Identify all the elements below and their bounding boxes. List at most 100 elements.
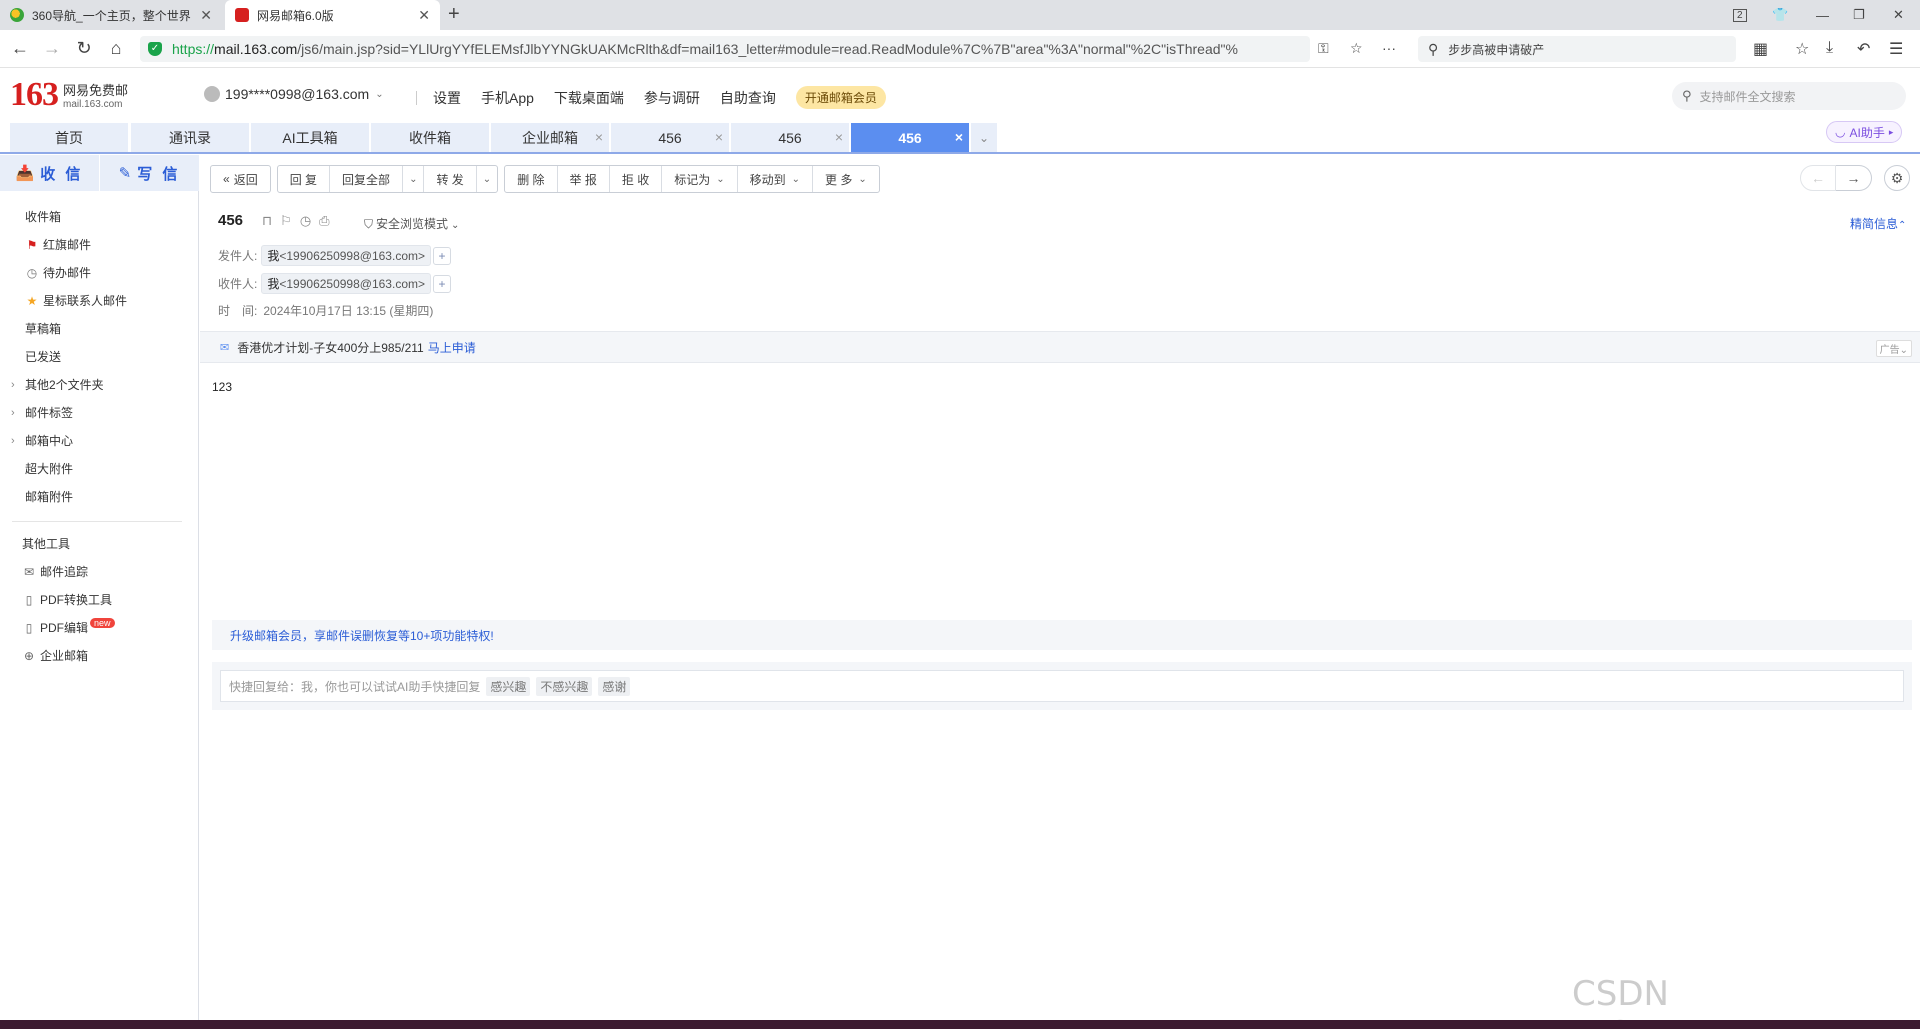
download-desktop-link[interactable]: 下载桌面端 — [554, 88, 624, 108]
tool-pdf-convert[interactable]: ▯ PDF转换工具 — [22, 591, 112, 608]
reply-button[interactable]: 回 复 — [278, 166, 331, 192]
tab-inbox[interactable]: 收件箱 — [371, 123, 489, 152]
receive-button[interactable]: 📥 收 信 — [0, 155, 99, 191]
forward-button[interactable]: 转 发 — [424, 166, 477, 192]
add-contact-icon[interactable]: + — [433, 274, 451, 293]
gear-icon[interactable]: ⚙ — [1884, 165, 1910, 191]
close-icon[interactable]: × — [715, 129, 723, 145]
ad-tag[interactable]: 广告⌄ — [1875, 340, 1912, 357]
download-icon[interactable]: ⤓ — [1826, 39, 1833, 57]
ai-assistant-button[interactable]: ◡ AI助手 ▸ — [1826, 121, 1903, 143]
reply-all-button[interactable]: 回复全部 — [330, 166, 404, 192]
shirt-skin-icon[interactable]: 👕 — [1772, 0, 1788, 30]
vip-button[interactable]: 开通邮箱会员 — [795, 86, 886, 109]
close-icon[interactable]: × — [595, 129, 603, 145]
sidebar-item-flagged[interactable]: ⚑ 红旗邮件 — [25, 236, 91, 253]
account-menu[interactable]: 199****0998@163.com ⌄ — [204, 86, 384, 102]
tool-mail-tracking[interactable]: ✉ 邮件追踪 — [22, 563, 88, 580]
compose-bar: 📥 收 信 ✎ 写 信 — [0, 155, 199, 191]
sidebar-item-inbox[interactable]: 收件箱 — [25, 208, 61, 225]
apps-grid-icon[interactable]: ▦ — [1753, 39, 1768, 59]
settings-link[interactable]: 设置 — [433, 88, 461, 108]
close-tab-icon[interactable]: ✕ — [200, 7, 212, 24]
logo[interactable]: 163 网易免费邮 mail.163.com — [10, 78, 128, 112]
quick-tag-interested[interactable]: 感兴趣 — [486, 676, 531, 696]
forward-options-chevron-icon[interactable]: ⌄ — [477, 166, 497, 192]
new-tab-icon[interactable]: + — [448, 3, 460, 26]
sidebar-item-drafts[interactable]: 草稿箱 — [25, 320, 61, 337]
tab-mail-456[interactable]: 456 × — [611, 123, 729, 152]
tab-enterprise-mail[interactable]: 企业邮箱 × — [491, 123, 609, 152]
sidebar-item-labels[interactable]: › 邮件标签 — [11, 404, 73, 421]
key-icon[interactable]: ⚿ — [1318, 40, 1329, 57]
compose-button[interactable]: ✎ 写 信 — [99, 155, 199, 191]
browser-tab-netease-mail[interactable]: 网易邮箱6.0版 ✕ — [225, 0, 440, 30]
quick-tag-not-interested[interactable]: 不感兴趣 — [536, 676, 593, 696]
more-dropdown[interactable]: 更 多 ⌄ — [813, 166, 879, 192]
home-icon[interactable]: ⌂ — [105, 38, 127, 59]
sidebar-item-mail-attachments[interactable]: 邮箱附件 — [25, 488, 73, 505]
previous-mail-arrow-icon[interactable]: ← — [1800, 165, 1836, 191]
back-button[interactable]: «返回 — [211, 166, 270, 192]
add-contact-icon[interactable]: + — [433, 246, 451, 265]
tab-contacts[interactable]: 通讯录 — [131, 123, 249, 152]
sidebar-item-todo[interactable]: ◷ 待办邮件 — [25, 264, 91, 281]
chevron-right-icon: ▸ — [1888, 126, 1894, 137]
url-field[interactable]: ✓ https://mail.163.com/js6/main.jsp?sid=… — [140, 36, 1310, 62]
reply-options-chevron-icon[interactable]: ⌄ — [403, 166, 425, 192]
minimize-icon[interactable]: — — [1816, 0, 1829, 30]
mail-search-input[interactable]: ⚲ 支持邮件全文搜索 — [1672, 82, 1906, 110]
browser-search-input[interactable]: ⚲ 步步高被申请破产 — [1418, 36, 1736, 62]
recipient-chip[interactable]: 我<19906250998@163.com> — [261, 273, 431, 294]
quick-reply-input[interactable]: 快捷回复给：我，你也可以试试AI助手快捷回复 感兴趣 不感兴趣 感谢 — [220, 670, 1904, 702]
tab-mail-456[interactable]: 456 × — [731, 123, 849, 152]
quick-tag-thanks[interactable]: 感谢 — [598, 676, 631, 696]
move-to-dropdown[interactable]: 移动到 ⌄ — [738, 166, 814, 192]
close-tab-icon[interactable]: ✕ — [418, 7, 430, 24]
flag-icon[interactable]: ⚐ — [280, 213, 292, 229]
reject-button[interactable]: 拒 收 — [610, 166, 663, 192]
inbox-tray-icon: 📥 — [15, 165, 35, 182]
mobile-app-link[interactable]: 手机App — [481, 88, 534, 108]
browser-tab-360[interactable]: 360导航_一个主页，整个世界 ✕ — [0, 0, 222, 30]
tabs-more-chevron-icon[interactable]: ⌄ — [971, 123, 997, 152]
tab-home[interactable]: 首页 — [10, 123, 128, 152]
tab-mail-456-active[interactable]: 456 × — [851, 123, 969, 152]
self-service-link[interactable]: 自助查询 — [720, 88, 776, 108]
close-icon[interactable]: × — [835, 129, 843, 145]
sender-chip[interactable]: 我<19906250998@163.com> — [261, 245, 431, 266]
ad-apply-link[interactable]: 马上申请 — [428, 339, 476, 356]
tab-ai-toolbox[interactable]: AI工具箱 — [251, 123, 369, 152]
sidebar-item-starred-contacts[interactable]: ★ 星标联系人邮件 — [25, 292, 127, 309]
safe-browsing-mode[interactable]: ⛉ 安全浏览模式 ⌄ — [364, 215, 459, 232]
restore-icon[interactable]: ❐ — [1853, 0, 1865, 30]
undo-icon[interactable]: ↶ — [1857, 39, 1870, 59]
back-arrow-icon[interactable]: ← — [9, 38, 31, 59]
tool-enterprise-mail[interactable]: ⊕ 企业邮箱 — [22, 647, 88, 664]
star-bookmark-icon[interactable]: ☆ — [1350, 40, 1363, 57]
tab-count-icon[interactable]: 2 — [1733, 0, 1747, 30]
report-button[interactable]: 举 报 — [558, 166, 610, 192]
next-mail-arrow-icon[interactable]: → — [1836, 165, 1872, 191]
favorites-list-icon[interactable]: ☆ — [1795, 39, 1809, 59]
close-window-icon[interactable]: ✕ — [1893, 0, 1904, 30]
reload-icon[interactable]: ↻ — [73, 38, 95, 59]
tool-pdf-edit[interactable]: ▯ PDF编辑 new — [22, 617, 115, 636]
sidebar-item-mail-center[interactable]: › 邮箱中心 — [11, 432, 73, 449]
more-dots-icon[interactable]: ··· — [1382, 40, 1396, 56]
print-icon[interactable]: ⎙ — [319, 213, 329, 229]
time-row: 时 间: 2024年10月17日 13:15 (星期四) — [218, 304, 434, 318]
menu-icon[interactable]: ☰ — [1889, 39, 1903, 59]
sidebar-item-other-folders[interactable]: › 其他2个文件夹 — [11, 376, 104, 393]
close-icon[interactable]: × — [955, 129, 963, 145]
sidebar-item-sent[interactable]: 已发送 — [25, 348, 61, 365]
bookmark-icon[interactable]: ⊓ — [262, 213, 272, 229]
delete-button[interactable]: 删 除 — [505, 166, 558, 192]
sidebar-item-large-attachments[interactable]: 超大附件 — [25, 460, 73, 477]
upgrade-banner[interactable]: 升级邮箱会员，享邮件误删恢复等10+项功能特权! — [212, 620, 1912, 650]
compact-info-toggle[interactable]: 精简信息⌃ — [1850, 215, 1906, 232]
clock-icon[interactable]: ◷ — [300, 213, 311, 229]
forward-arrow-icon[interactable]: → — [41, 38, 63, 59]
mark-as-dropdown[interactable]: 标记为 ⌄ — [662, 166, 738, 192]
survey-link[interactable]: 参与调研 — [644, 88, 700, 108]
